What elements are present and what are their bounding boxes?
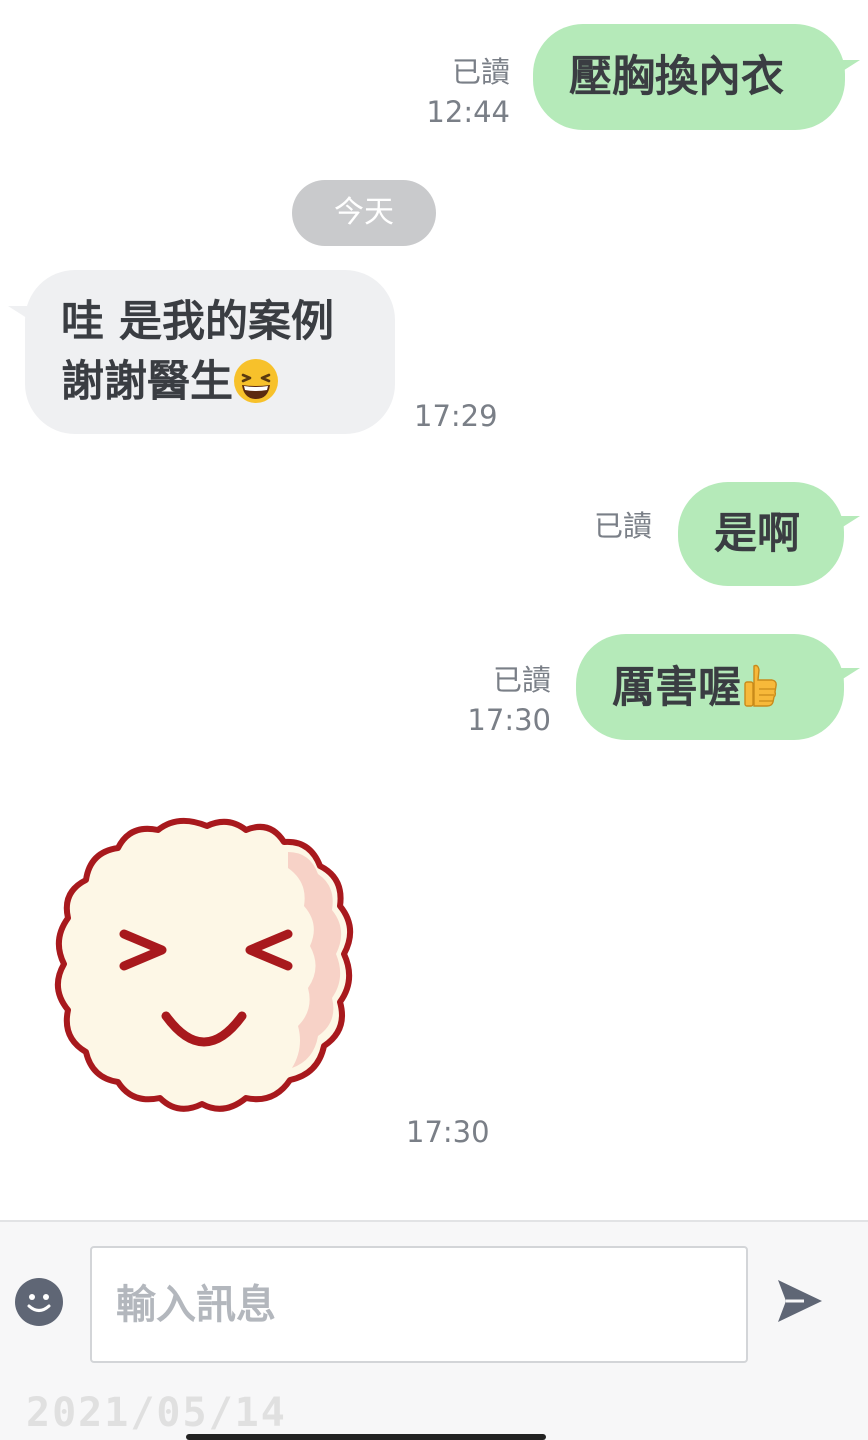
message-text: 是啊 [714, 509, 800, 559]
message-text: 壓胸換內衣 [569, 52, 784, 102]
read-receipt: 已讀 [593, 509, 652, 543]
read-receipt: 已讀 [451, 55, 510, 89]
outgoing-message-bubble[interactable]: 厲害喔 [576, 634, 844, 740]
smiling-cloud-sticker[interactable] [52, 812, 362, 1122]
message-text-line-1: 哇 是我的案例 [61, 297, 334, 347]
message-input[interactable] [90, 1246, 748, 1363]
message-time: 12:44 [426, 95, 510, 129]
home-indicator[interactable] [186, 1434, 546, 1440]
smiley-icon[interactable] [15, 1278, 63, 1326]
date-divider: 今天 [292, 180, 436, 246]
bubble-tail [838, 60, 860, 74]
outgoing-message-bubble[interactable]: 是啊 [678, 482, 844, 586]
bubble-tail [838, 668, 860, 682]
message-text-line-2: 謝謝醫生 [61, 352, 395, 412]
message-text: 厲害喔 [612, 663, 741, 713]
sticker-time: 17:30 [406, 1115, 490, 1149]
date-watermark: 2021/05/14 [26, 1390, 287, 1436]
incoming-message-bubble[interactable]: 哇 是我的案例 謝謝醫生 [25, 270, 395, 434]
bubble-tail [838, 516, 860, 530]
grinning-squinting-icon [234, 359, 278, 403]
thumbs-up-icon [744, 664, 777, 707]
message-3-meta: 已讀 17:30 [420, 660, 551, 740]
send-icon[interactable] [774, 1276, 824, 1326]
read-receipt: 已讀 [492, 663, 551, 697]
message-text: 謝謝醫生 [61, 357, 233, 407]
outgoing-message-bubble[interactable]: 壓胸換內衣 [533, 24, 845, 130]
message-time: 17:30 [467, 703, 551, 737]
message-1-meta: 已讀 12:44 [380, 52, 510, 132]
message-time: 17:29 [414, 399, 498, 433]
